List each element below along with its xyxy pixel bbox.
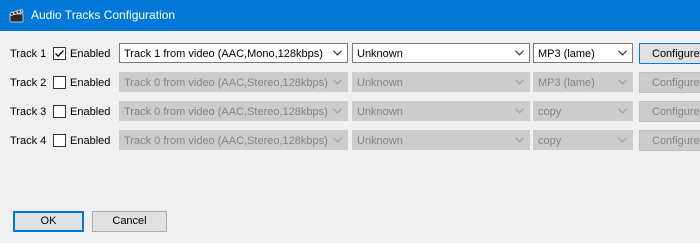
codec-select[interactable]: copy [533,101,633,121]
cancel-button-label: Cancel [112,215,147,227]
track-row-2: Track 2 Enabled Track 0 from video (AAC,… [0,72,700,94]
checkmark-icon [55,50,64,58]
codec-select[interactable]: MP3 (lame) [533,72,633,92]
chevron-down-icon [515,137,524,143]
chevron-down-icon [333,108,342,114]
configure-button-label: Configure [652,106,700,118]
codec-select[interactable]: copy [533,130,633,150]
track-label: Track 2 [10,77,47,89]
configure-button[interactable]: Configure [639,130,700,151]
language-value: Unknown [357,77,403,89]
language-value: Unknown [357,48,403,60]
chevron-down-icon [618,137,627,143]
enabled-checkbox[interactable] [53,105,66,118]
source-value: Track 0 from video (AAC,Stereo,128kbps) [124,106,328,118]
chevron-down-icon [333,50,342,56]
chevron-down-icon [618,108,627,114]
ok-button-label: OK [40,215,57,227]
enabled-checkbox[interactable] [53,76,66,89]
chevron-down-icon [333,137,342,143]
chevron-down-icon [515,79,524,85]
enabled-label: Enabled [70,48,111,60]
language-select[interactable]: Unknown [352,72,530,92]
chevron-down-icon [515,108,524,114]
source-value: Track 1 from video (AAC,Mono,128kbps) [124,48,323,60]
configure-button-label: Configure [652,48,700,60]
source-value: Track 0 from video (AAC,Stereo,128kbps) [124,135,328,147]
track-row-1: Track 1 Enabled Track 1 from video (AAC,… [0,43,700,65]
configure-button[interactable]: Configure [639,72,700,93]
source-select[interactable]: Track 0 from video (AAC,Stereo,128kbps) [119,72,348,92]
codec-value: MP3 (lame) [538,77,595,89]
configure-button[interactable]: Configure [639,101,700,122]
clapperboard-icon [9,9,24,23]
enabled-label: Enabled [70,135,111,147]
source-select[interactable]: Track 0 from video (AAC,Stereo,128kbps) [119,101,348,121]
chevron-down-icon [618,79,627,85]
language-select[interactable]: Unknown [352,43,530,63]
track-row-3: Track 3 Enabled Track 0 from video (AAC,… [0,101,700,123]
source-select[interactable]: Track 0 from video (AAC,Stereo,128kbps) [119,130,348,150]
language-select[interactable]: Unknown [352,130,530,150]
chevron-down-icon [333,79,342,85]
codec-value: copy [538,106,562,118]
codec-select[interactable]: MP3 (lame) [533,43,633,63]
track-row-4: Track 4 Enabled Track 0 from video (AAC,… [0,130,700,152]
configure-button-label: Configure [652,135,700,147]
chevron-down-icon [515,50,524,56]
title-bar: Audio Tracks Configuration [0,0,700,31]
codec-value: copy [538,135,562,147]
language-select[interactable]: Unknown [352,101,530,121]
enabled-label: Enabled [70,106,111,118]
enabled-checkbox[interactable] [53,134,66,147]
language-value: Unknown [357,135,403,147]
enabled-label: Enabled [70,77,111,89]
source-select[interactable]: Track 1 from video (AAC,Mono,128kbps) [119,43,348,63]
track-label: Track 3 [10,106,47,118]
codec-value: MP3 (lame) [538,48,595,60]
track-label: Track 4 [10,135,47,147]
configure-button-label: Configure [652,77,700,89]
configure-button[interactable]: Configure [639,43,700,64]
source-value: Track 0 from video (AAC,Stereo,128kbps) [124,77,328,89]
cancel-button[interactable]: Cancel [92,211,167,232]
language-value: Unknown [357,106,403,118]
ok-button[interactable]: OK [13,211,84,232]
window-title: Audio Tracks Configuration [31,8,176,22]
chevron-down-icon [618,50,627,56]
track-label: Track 1 [10,48,47,60]
enabled-checkbox[interactable] [53,47,66,60]
